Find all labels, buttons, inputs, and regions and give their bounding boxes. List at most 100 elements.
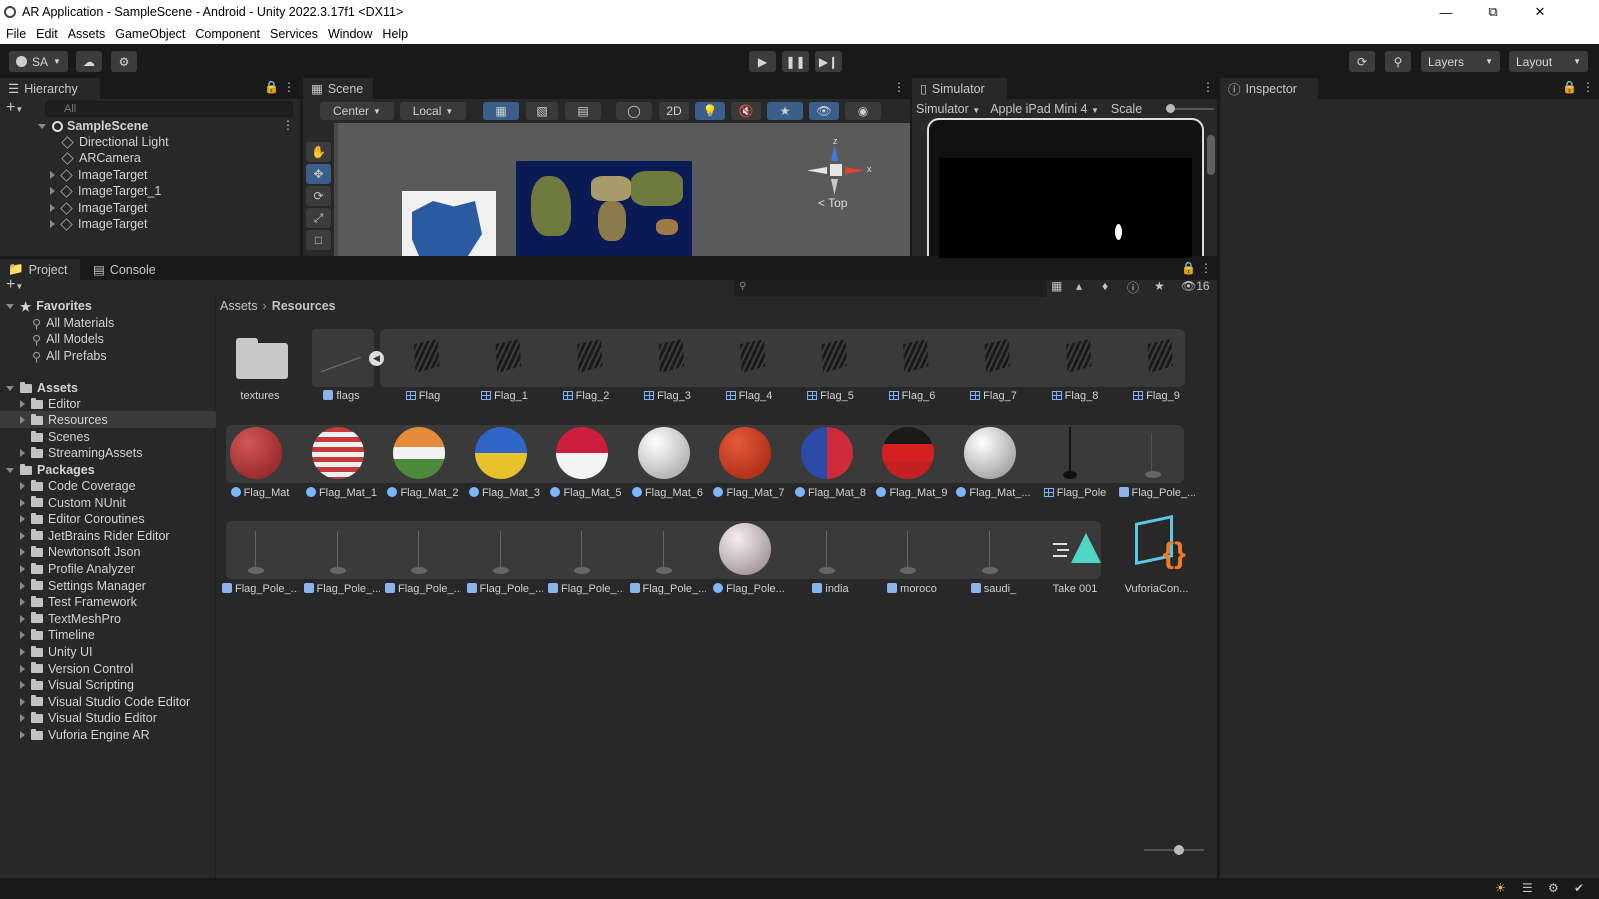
expand-icon[interactable] (20, 416, 25, 424)
package-item[interactable]: Settings Manager (20, 578, 146, 594)
tree-folder[interactable]: StreamingAssets (20, 445, 142, 461)
package-item[interactable]: Visual Studio Editor (20, 710, 157, 726)
more-icon[interactable]: ⋮ (1202, 80, 1214, 94)
package-item[interactable]: Custom NUnit (20, 495, 126, 511)
expand-icon[interactable] (20, 614, 25, 623)
expand-icon[interactable] (20, 565, 25, 573)
expand-icon[interactable] (20, 714, 25, 723)
expand-icon[interactable] (20, 515, 25, 524)
audio-icon[interactable]: 🔇 (731, 102, 761, 120)
flag-prefab-thumbnail[interactable] (1143, 337, 1177, 377)
check-icon[interactable]: ✔ (1574, 881, 1584, 895)
more-icon[interactable]: ⋮ (893, 80, 905, 94)
icon-size-slider[interactable] (1144, 845, 1204, 855)
breadcrumb-resources[interactable]: Resources (272, 299, 336, 313)
layers-icon[interactable]: ☰ (1522, 881, 1533, 895)
folder-thumbnail[interactable] (236, 335, 288, 381)
tree-folder[interactable]: Resources (20, 412, 108, 428)
more-icon[interactable]: ⋮ (1582, 80, 1594, 94)
device-dropdown[interactable]: Apple iPad Mini 4 ▼ (990, 102, 1099, 116)
expand-icon[interactable] (20, 400, 25, 408)
flag-pole-model-thumbnail[interactable] (818, 525, 835, 577)
move-tool-icon[interactable]: ✥ (306, 164, 331, 184)
material-sphere[interactable] (637, 427, 690, 479)
material-sphere[interactable] (230, 427, 282, 479)
expand-icon[interactable] (6, 385, 14, 391)
orientation-gizmo[interactable]: z x < Top (807, 136, 875, 210)
hierarchy-item[interactable]: ImageTarget (50, 200, 147, 216)
lighting-icon[interactable]: 💡 (695, 102, 725, 120)
search-icon[interactable]: ⚲ (1385, 51, 1411, 72)
warning-icon[interactable]: ⓘ (1127, 279, 1139, 296)
package-item[interactable]: Visual Scripting (20, 677, 134, 693)
expand-icon[interactable] (6, 467, 14, 473)
pivot-dropdown[interactable]: Center ▼ (320, 102, 394, 120)
lock-icon[interactable]: 🔒 (264, 80, 279, 94)
flag-prefab-thumbnail[interactable] (491, 337, 525, 377)
menu-file[interactable]: File (6, 27, 26, 41)
grid-snap-icon[interactable]: ▦ (483, 102, 519, 120)
collapse-arrow-icon[interactable]: ◀ (369, 351, 384, 366)
tab-simulator[interactable]: ▯ Simulator (912, 78, 1007, 99)
layout-dropdown[interactable]: Layout ▼ (1509, 51, 1588, 72)
material-sphere[interactable] (719, 523, 771, 575)
flag-pole-model-thumbnail[interactable] (655, 525, 672, 577)
lock-icon[interactable]: 🔒 (1181, 261, 1196, 275)
expand-icon[interactable] (20, 731, 25, 739)
expand-icon[interactable] (20, 631, 25, 640)
more-icon[interactable]: ⋮ (283, 80, 295, 94)
expand-icon[interactable] (20, 581, 25, 590)
step-button[interactable]: ▶❙ (815, 51, 842, 72)
play-button[interactable]: ▶ (749, 51, 776, 72)
flag-prefab-thumbnail[interactable] (1061, 337, 1095, 377)
expand-icon[interactable] (6, 303, 14, 309)
favorite-item[interactable]: ⚲ All Materials (32, 315, 114, 331)
cloud-icon[interactable]: ☁ (76, 51, 102, 72)
more-icon[interactable]: ⋮ (282, 118, 294, 132)
package-item[interactable]: Visual Studio Code Editor (20, 694, 190, 710)
expand-icon[interactable] (20, 648, 25, 656)
account-button[interactable]: SA ▼ (9, 51, 68, 72)
expand-icon[interactable] (20, 449, 25, 457)
menu-gameobject[interactable]: GameObject (115, 27, 185, 41)
scene-viewport[interactable]: z x < Top (338, 123, 910, 256)
expand-icon[interactable] (20, 548, 25, 557)
flag-prefab-thumbnail[interactable] (817, 337, 851, 377)
expand-icon[interactable] (20, 598, 25, 607)
flag-pole-model-thumbnail[interactable] (981, 525, 998, 577)
view-label[interactable]: < Top (818, 196, 847, 210)
expand-icon[interactable] (20, 482, 25, 490)
simulator-mode-dropdown[interactable]: Simulator ▼ (916, 102, 980, 116)
flag-pole-model-thumbnail[interactable] (492, 525, 509, 577)
flag-pole-model-thumbnail[interactable] (248, 525, 264, 577)
add-button[interactable]: +▼ (6, 99, 23, 117)
package-item[interactable]: JetBrains Rider Editor (20, 528, 170, 544)
close-icon[interactable]: ✕ (1517, 0, 1563, 24)
tree-folder[interactable]: Scenes (31, 429, 90, 445)
menu-assets[interactable]: Assets (68, 27, 106, 41)
hierarchy-item[interactable]: ImageTarget (50, 216, 147, 232)
material-sphere[interactable] (963, 427, 1016, 479)
visibility-icon[interactable]: 👁 (809, 102, 839, 120)
hidden-packages-toggle[interactable]: 👁16 (1181, 279, 1210, 293)
flag-prefab-thumbnail[interactable] (735, 337, 769, 377)
favorite-item[interactable]: ⚲ All Prefabs (32, 348, 107, 364)
flag-pole-model-thumbnail[interactable] (574, 525, 590, 577)
menu-window[interactable]: Window (328, 27, 372, 41)
menu-component[interactable]: Component (195, 27, 260, 41)
material-sphere[interactable] (311, 427, 364, 479)
expand-icon[interactable] (50, 171, 55, 179)
project-search-input[interactable]: ⚲ (734, 280, 1047, 297)
restore-icon[interactable]: ⧉ (1470, 0, 1516, 24)
debug-icon[interactable]: ⚙ (1548, 881, 1559, 895)
animation-clip-thumbnail[interactable] (1053, 529, 1101, 569)
package-item[interactable]: Vuforia Engine AR (20, 727, 150, 743)
favorite-star-icon[interactable]: ★ (1154, 279, 1165, 293)
space-dropdown[interactable]: Local ▼ (400, 102, 466, 120)
packages-header[interactable]: Packages (6, 462, 95, 478)
menu-edit[interactable]: Edit (36, 27, 58, 41)
expand-icon[interactable] (50, 187, 55, 195)
expand-icon[interactable] (20, 498, 25, 507)
expand-icon[interactable] (20, 664, 25, 673)
hierarchy-item[interactable]: Directional Light (61, 134, 169, 150)
